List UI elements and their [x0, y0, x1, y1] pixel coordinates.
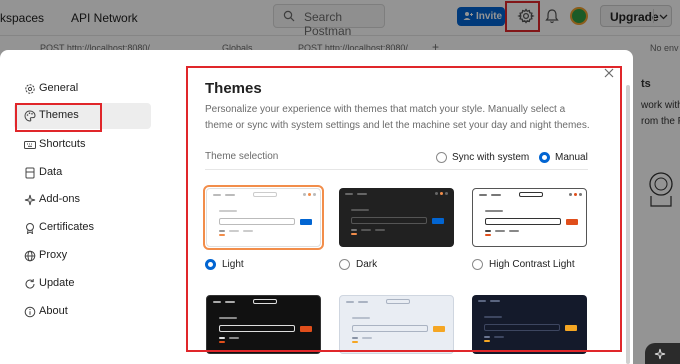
sidebar-item-label: Data [39, 166, 63, 178]
sidebar-item-about[interactable]: About [14, 299, 151, 325]
sidebar-item-certificates[interactable]: Certificates [14, 215, 151, 241]
sidebar-item-label: Update [39, 277, 75, 289]
sidebar-item-shortcuts[interactable]: Shortcuts [14, 132, 151, 158]
keyboard-icon [24, 141, 36, 149]
help-button[interactable] [645, 343, 680, 364]
sidebar-item-label: About [39, 305, 68, 317]
highlight-themes-item [15, 103, 102, 132]
sparkle-icon [654, 348, 666, 360]
info-icon [24, 306, 36, 318]
sparkle-icon [24, 194, 36, 206]
settings-modal: General Themes Shortcuts Data Add-ons Ce… [0, 50, 633, 364]
highlight-themes-panel [186, 66, 622, 352]
certificate-icon [26, 223, 34, 234]
sidebar-item-label: Proxy [39, 249, 68, 261]
update-icon [25, 279, 35, 289]
sidebar-item-add-ons[interactable]: Add-ons [14, 187, 151, 213]
scrollbar[interactable] [626, 85, 630, 364]
sidebar-item-label: Add-ons [39, 193, 80, 205]
sidebar-item-data[interactable]: Data [14, 160, 151, 186]
sidebar-item-general[interactable]: General [14, 76, 151, 102]
sidebar-item-proxy[interactable]: Proxy [14, 243, 151, 269]
database-icon [25, 167, 35, 179]
sidebar-item-label: Shortcuts [39, 138, 86, 150]
sidebar-item-update[interactable]: Update [14, 271, 151, 297]
sidebar-item-label: Certificates [39, 221, 95, 233]
proxy-icon [24, 250, 36, 262]
gear-icon [25, 84, 35, 94]
sidebar-item-label: General [39, 82, 79, 94]
